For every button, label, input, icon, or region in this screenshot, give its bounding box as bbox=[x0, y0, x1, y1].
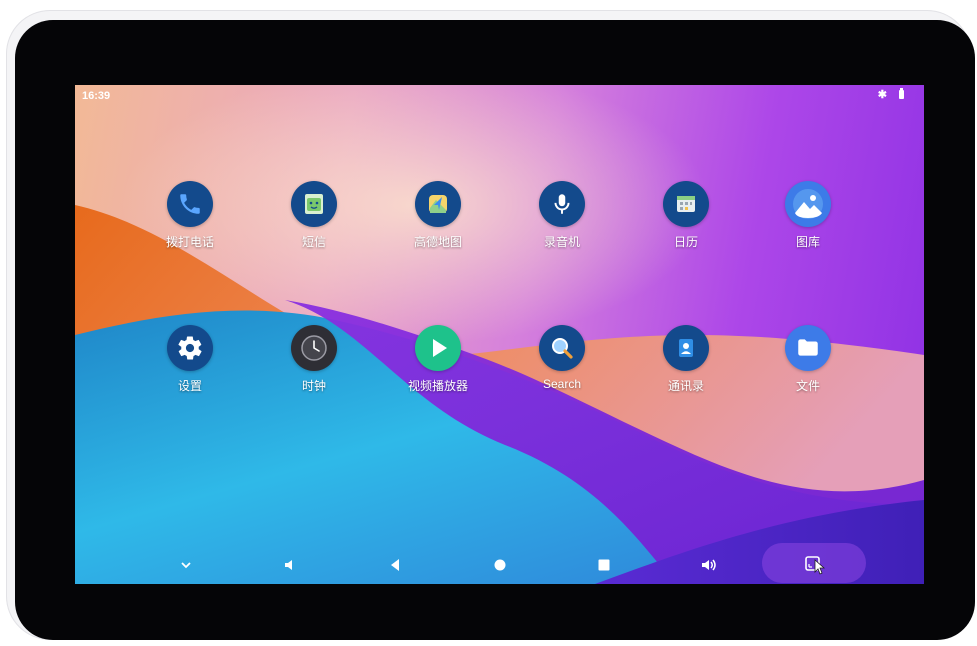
recents-icon[interactable] bbox=[584, 546, 624, 584]
volume-down-icon[interactable] bbox=[270, 546, 310, 584]
app-video-player[interactable]: 视频播放器 bbox=[383, 325, 493, 394]
app-contacts[interactable]: 通讯录 bbox=[631, 325, 741, 394]
app-settings[interactable]: 设置 bbox=[135, 325, 245, 394]
map-icon bbox=[415, 181, 461, 227]
app-label: 视频播放器 bbox=[407, 379, 468, 393]
app-label: Search bbox=[542, 377, 582, 391]
app-label: 日历 bbox=[673, 235, 698, 249]
app-label: 时钟 bbox=[301, 379, 326, 393]
app-label: 文件 bbox=[795, 379, 820, 393]
app-label: 通讯录 bbox=[667, 379, 704, 393]
back-icon[interactable] bbox=[375, 546, 415, 584]
app-label: 录音机 bbox=[543, 235, 580, 249]
app-messages[interactable]: 短信 bbox=[259, 181, 369, 250]
app-label: 拨打电话 bbox=[165, 235, 214, 249]
messages-icon bbox=[291, 181, 337, 227]
app-files[interactable]: 文件 bbox=[753, 325, 863, 394]
home-icon[interactable] bbox=[480, 546, 520, 584]
home-screen: 16:39 ✱ 拨打电话 短信 高德地图 录音机 日历 图库 设置 时钟 视频播… bbox=[75, 85, 924, 584]
app-amap[interactable]: 高德地图 bbox=[383, 181, 493, 250]
status-time: 16:39 bbox=[82, 90, 111, 102]
app-label: 图库 bbox=[795, 235, 820, 249]
play-icon bbox=[415, 325, 461, 371]
app-gallery[interactable]: 图库 bbox=[753, 181, 863, 250]
app-recorder[interactable]: 录音机 bbox=[507, 181, 617, 250]
app-search[interactable]: Search bbox=[507, 325, 617, 391]
chevron-down-icon[interactable] bbox=[166, 546, 206, 584]
app-calendar[interactable]: 日历 bbox=[631, 181, 741, 250]
phone-icon bbox=[167, 181, 213, 227]
navigation-bar bbox=[75, 543, 924, 584]
screenshot-icon[interactable] bbox=[795, 546, 835, 584]
gallery-icon bbox=[785, 181, 831, 227]
volume-up-icon[interactable] bbox=[689, 546, 729, 584]
clock-icon bbox=[291, 325, 337, 371]
folder-icon bbox=[785, 325, 831, 371]
status-bar: 16:39 ✱ bbox=[75, 85, 924, 107]
app-label: 设置 bbox=[177, 379, 202, 393]
app-clock[interactable]: 时钟 bbox=[259, 325, 369, 394]
app-label: 高德地图 bbox=[413, 235, 462, 249]
app-dialer[interactable]: 拨打电话 bbox=[135, 181, 245, 250]
microphone-icon bbox=[539, 181, 585, 227]
gear-icon bbox=[167, 325, 213, 371]
bluetooth-icon: ✱ bbox=[877, 89, 887, 101]
contacts-icon bbox=[663, 325, 709, 371]
search-icon bbox=[539, 325, 585, 371]
calendar-icon bbox=[663, 181, 709, 227]
battery-icon bbox=[899, 88, 904, 99]
app-label: 短信 bbox=[301, 235, 326, 249]
